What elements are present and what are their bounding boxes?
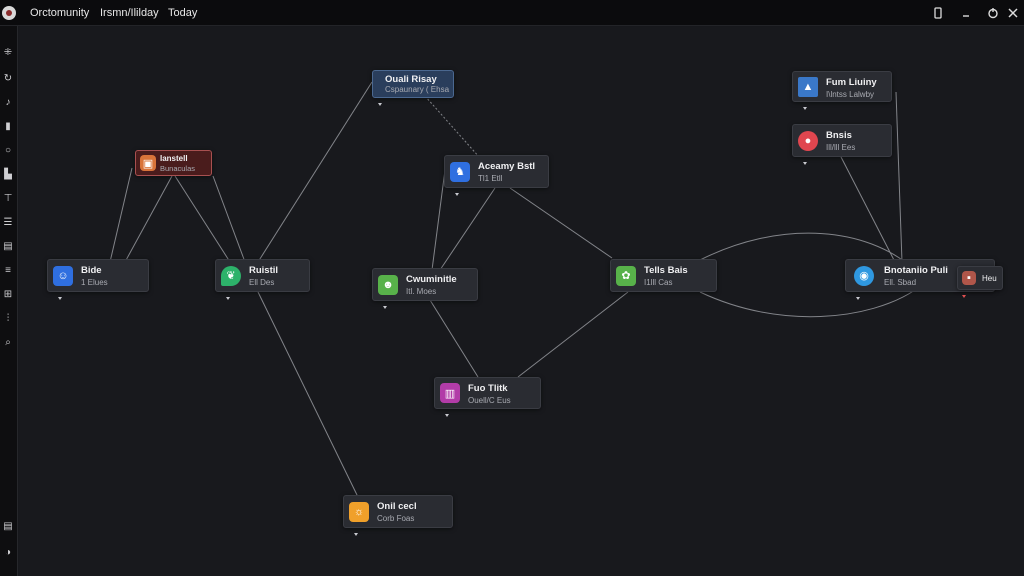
node-subtitle: Tl1 Etll — [478, 174, 503, 183]
plant-icon: ✿ — [616, 265, 636, 286]
photo-icon: ▣ — [140, 155, 156, 171]
node-title: Tells Bais — [644, 265, 688, 276]
photo-icon: ▪ — [962, 271, 976, 285]
node-title: Aceamy Bstl — [478, 161, 536, 172]
leaf-icon: ❦ — [221, 265, 241, 286]
node-subtitle: I1lll Cas — [644, 278, 673, 287]
menu-item-holiday[interactable]: Irsmn/Ililday — [100, 7, 159, 19]
info-icon[interactable]: ◑ — [1, 546, 15, 560]
search-icon[interactable]: ⌕ — [1, 336, 15, 350]
node-subtitle: Ell Des — [249, 278, 275, 287]
node-subtitle: Cspaunary ( Ehsa — [385, 85, 450, 94]
node-subtitle: Bunaculas — [160, 164, 196, 173]
refresh-icon[interactable]: ↻ — [1, 72, 15, 86]
node-title: Ianstell — [160, 154, 188, 163]
node-aceamy-bstl[interactable]: ♞ Aceamy Bstl Tl1 Etll — [444, 155, 549, 196]
node-title: Fuo Tlitk — [468, 383, 508, 394]
node-tells-bais[interactable]: ✿ Tells Bais I1lll Cas — [610, 259, 717, 292]
node-bnsis[interactable]: ● Bnsis Ill/lll Ees — [792, 124, 892, 165]
chart-icon[interactable]: ▮ — [1, 120, 15, 134]
globe-icon: ◉ — [854, 265, 874, 286]
node-subtitle: 1 Elues — [81, 278, 108, 287]
tooth-icon: ♞ — [450, 161, 470, 182]
node-bide[interactable]: ☺ Bide 1 Elues — [47, 259, 149, 300]
node-subtitle: Corb Foas — [377, 514, 415, 523]
port-icon[interactable] — [383, 306, 387, 309]
restore-icon[interactable] — [930, 5, 946, 21]
node-title: Ruistil — [249, 265, 279, 276]
port-icon[interactable] — [226, 297, 230, 300]
port-icon[interactable] — [962, 295, 966, 298]
node-title: Cwuminitle — [406, 274, 457, 285]
node-onil-cecl[interactable]: ☼ Onil cecl Corb Foas — [343, 495, 453, 536]
grid-icon[interactable]: ⊞ — [1, 288, 15, 302]
circle-icon[interactable]: ○ — [1, 144, 15, 158]
drop-icon: ● — [798, 130, 818, 151]
port-icon[interactable] — [455, 193, 459, 196]
port-icon[interactable] — [856, 297, 860, 300]
close-icon[interactable] — [1005, 5, 1021, 21]
node-title: Ouali Risay — [385, 74, 437, 85]
port-icon[interactable] — [445, 414, 449, 417]
app-logo-icon[interactable] — [2, 6, 16, 20]
document-icon[interactable]: ▙ — [1, 168, 15, 182]
graph-icon[interactable]: ⁜ — [1, 46, 15, 60]
port-icon[interactable] — [803, 162, 807, 165]
node-title: Onil cecl — [377, 501, 417, 512]
node-fuo-tlitk[interactable]: ▥ Fuo Tlitk Ouell/C Eus — [434, 377, 541, 417]
node-subtitle: Ouell/C Eus — [468, 396, 511, 405]
book-icon: ▥ — [440, 383, 460, 403]
menu-item-today[interactable]: Today — [168, 7, 197, 19]
layers-icon[interactable]: ▤ — [1, 520, 15, 534]
list-icon[interactable]: ☰ — [1, 216, 15, 230]
power-icon[interactable] — [985, 5, 1001, 21]
person-icon: ☺ — [53, 265, 73, 286]
menu-item-community[interactable]: Orctomunity — [30, 7, 89, 19]
menu-icon[interactable]: ≡ — [1, 264, 15, 278]
tag-icon[interactable]: ⊤ — [1, 192, 15, 206]
photo-icon: ▲ — [798, 76, 818, 97]
port-icon[interactable] — [354, 533, 358, 536]
minimize-icon[interactable] — [958, 5, 974, 21]
node-title: Bnsis — [826, 130, 852, 141]
node-title: Bnotaniio Puli — [884, 265, 948, 276]
node-title: Bide — [81, 265, 102, 276]
node-subtitle: Ill/lll Ees — [826, 143, 856, 152]
sidebar: ⁜ ↻ ♪ ▮ ○ ▙ ⊤ ☰ ▤ ≡ ⊞ ⫶ ⌕ ▤ ◑ — [0, 26, 18, 576]
node-ianstell[interactable]: ▣ Ianstell Bunaculas — [135, 150, 212, 176]
bar-icon[interactable]: ▤ — [1, 240, 15, 254]
music-icon[interactable]: ♪ — [1, 96, 15, 110]
smile-icon: ☻ — [378, 274, 398, 295]
node-cwuminitle[interactable]: ☻ Cwuminitle Itl. Moes — [372, 268, 478, 309]
graph-canvas[interactable] — [19, 27, 1024, 576]
node-ouali-risay[interactable]: Ouali Risay Cspaunary ( Ehsa — [372, 70, 454, 106]
node-title: Fum Liuiny — [826, 77, 877, 88]
node-fum-liuiny[interactable]: ▲ Fum Liuiny I\lntss Lalwby — [792, 71, 892, 110]
node-ruistil[interactable]: ❦ Ruistil Ell Des — [215, 259, 310, 300]
node-title: Heu — [982, 274, 997, 283]
bulb-icon: ☼ — [349, 501, 369, 522]
node-subtitle: Ell. Sbad — [884, 278, 917, 287]
port-icon[interactable] — [58, 297, 62, 300]
node-heu[interactable]: ▪ Heu — [957, 266, 1003, 298]
port-icon[interactable] — [803, 107, 807, 110]
filter-icon[interactable]: ⫶ — [1, 312, 15, 326]
node-subtitle: I\lntss Lalwby — [826, 90, 875, 99]
title-bar: Orctomunity Irsmn/Ililday Today — [0, 0, 1024, 26]
port-icon[interactable] — [378, 103, 382, 106]
node-subtitle: Itl. Moes — [406, 287, 437, 296]
